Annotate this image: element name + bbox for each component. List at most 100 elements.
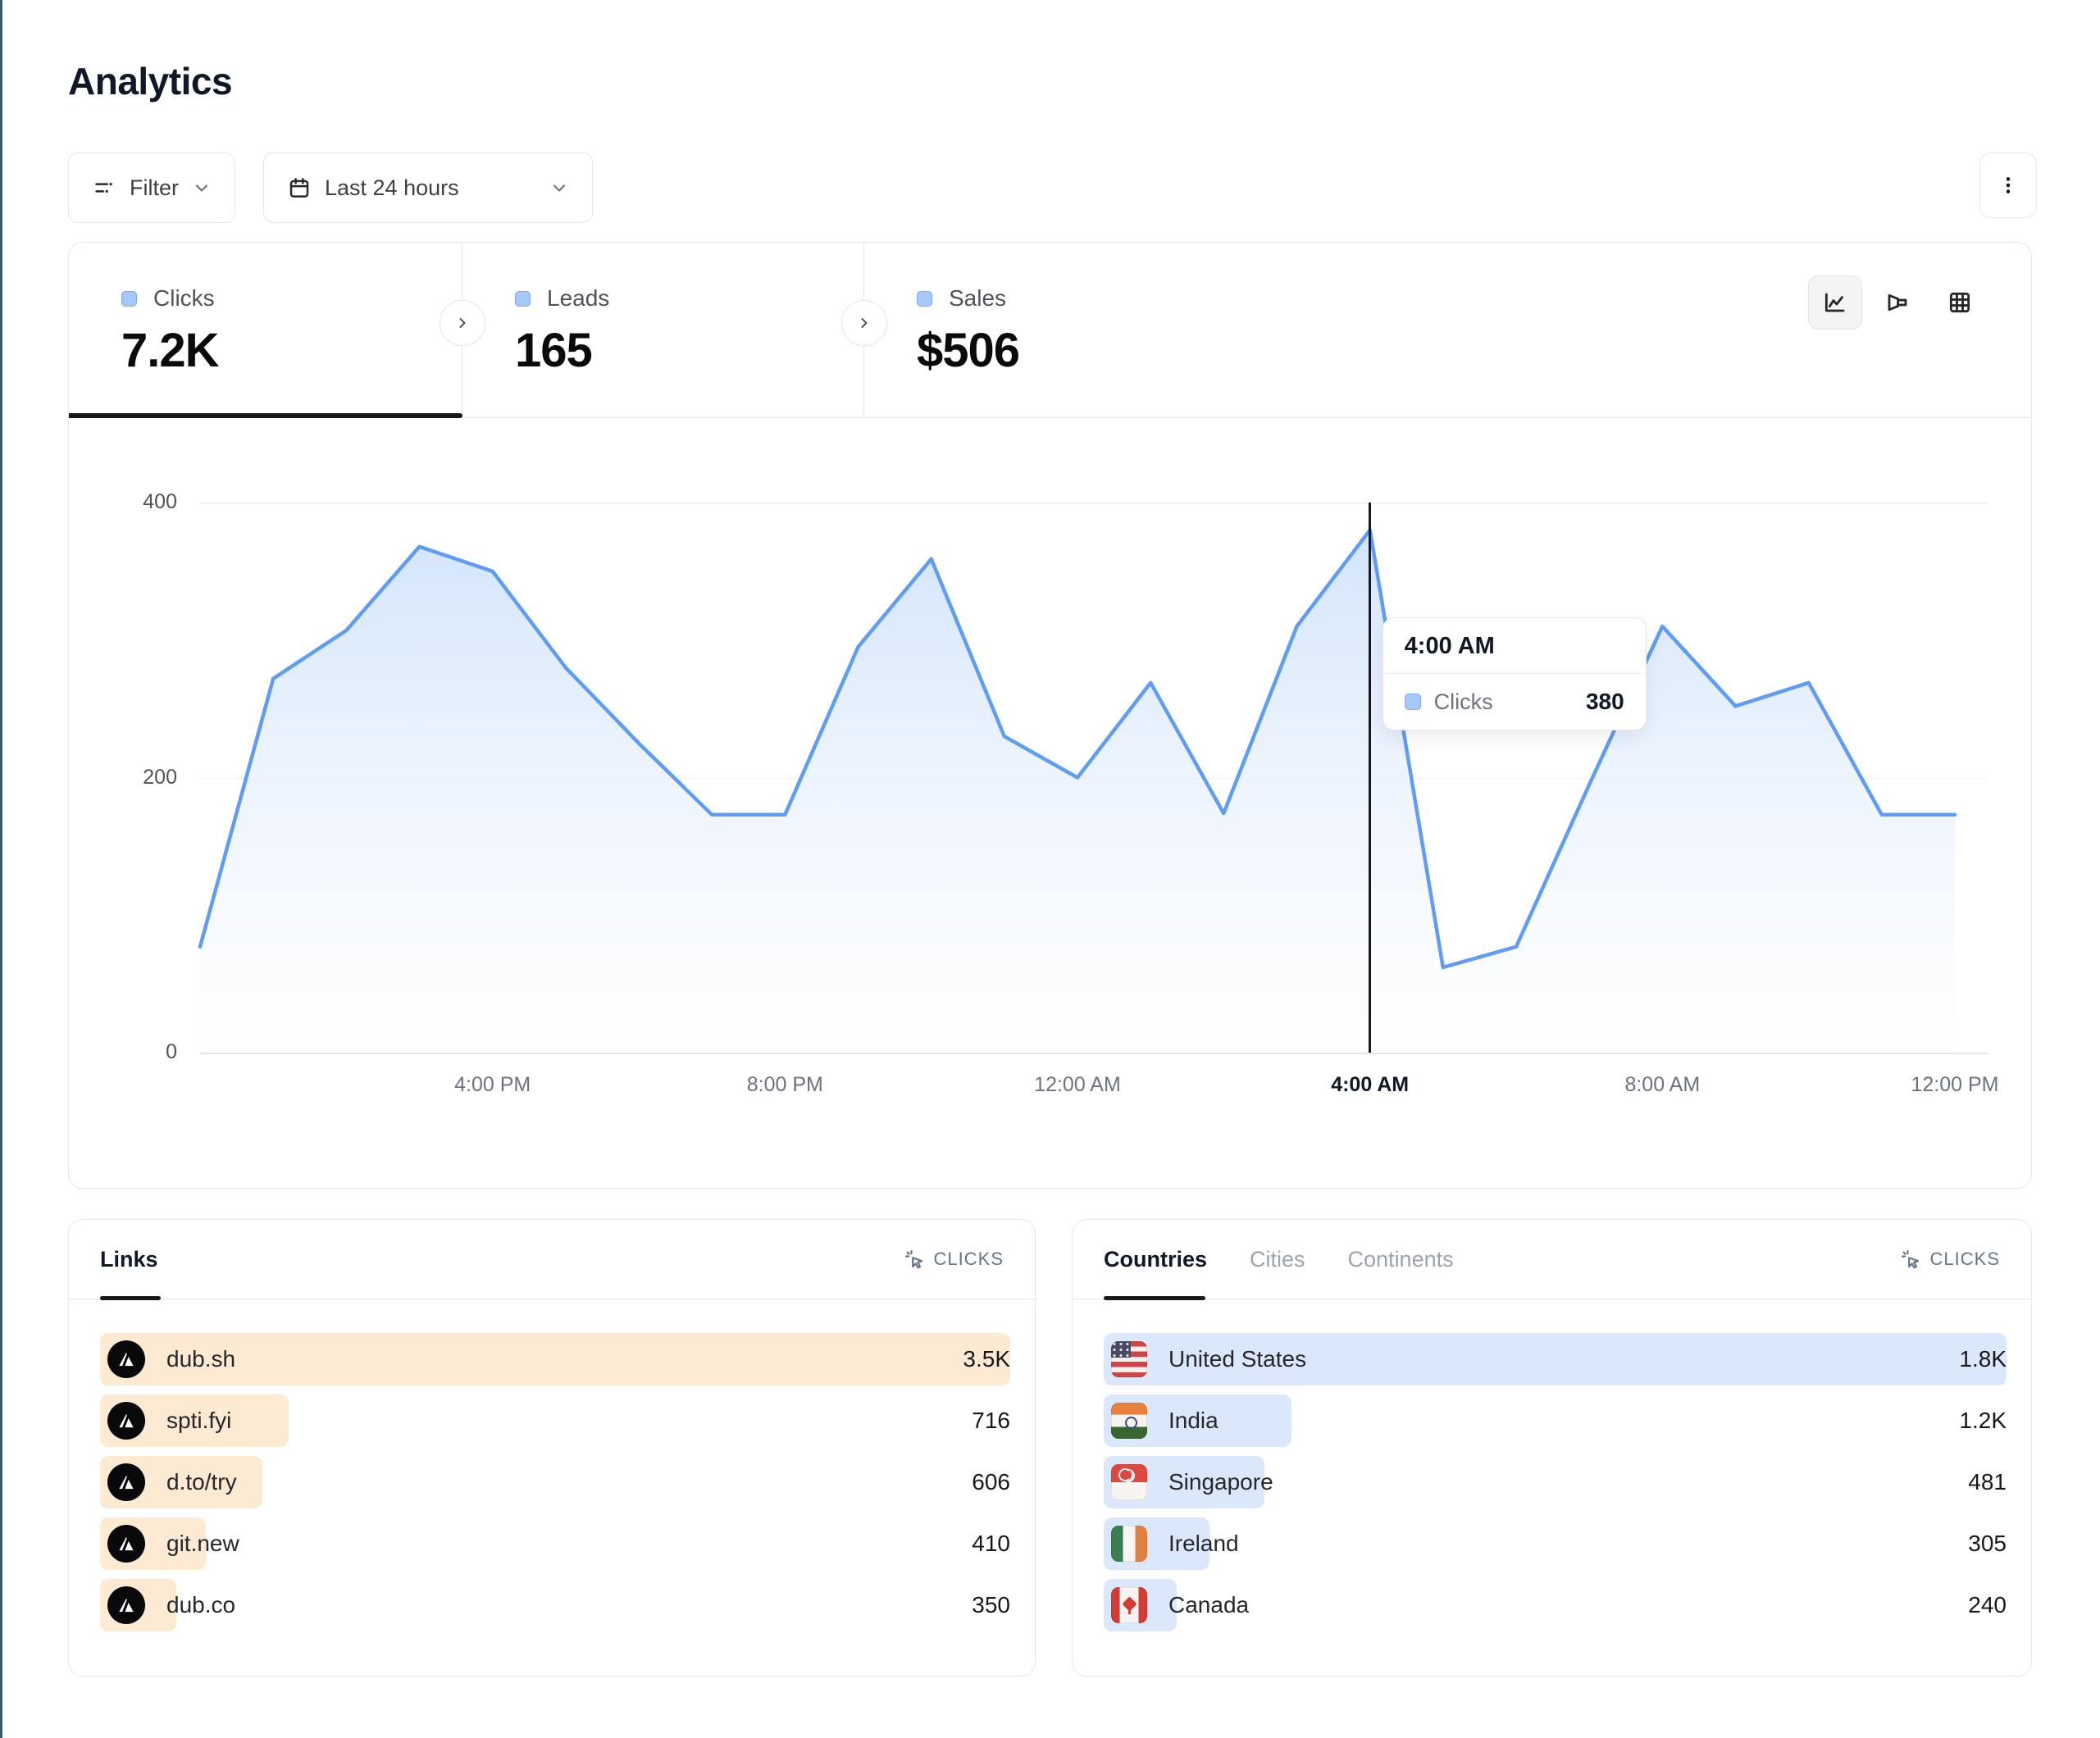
tooltip-value: 380: [1586, 689, 1624, 715]
dub-logo-avatar: [107, 1463, 145, 1501]
chart-tooltip: 4:00 AM Clicks 380: [1383, 617, 1647, 730]
metric-label: CLICKS: [1930, 1249, 2000, 1270]
link-label: spti.fyi: [166, 1408, 231, 1434]
country-row[interactable]: Canada 240: [1104, 1579, 2007, 1631]
stat-label: Leads: [547, 285, 609, 312]
window-left-edge: [0, 0, 2, 1738]
expand-leads-button[interactable]: [841, 300, 887, 346]
clicks-area-chart[interactable]: 4:00 PM8:00 PM12:00 AM4:00 AM8:00 AM12:0…: [200, 503, 1955, 1053]
x-axis-tick: 12:00 AM: [995, 1073, 1159, 1097]
sales-legend-square: [917, 291, 932, 307]
date-range-label: Last 24 hours: [325, 175, 459, 201]
area-chart-svg: [200, 503, 1955, 1053]
link-row[interactable]: d.to/try 606: [100, 1456, 1010, 1508]
chevron-down-icon: [192, 178, 212, 198]
link-row[interactable]: dub.sh 3.5K: [100, 1333, 1010, 1385]
expand-clicks-button[interactable]: [440, 300, 485, 346]
tab-leads[interactable]: Leads 165: [462, 243, 864, 417]
link-click-bar: [100, 1333, 1010, 1385]
country-label: India: [1168, 1408, 1219, 1434]
ie-flag-icon: [1111, 1526, 1147, 1562]
tab-clicks[interactable]: Clicks 7.2K: [69, 243, 462, 417]
analytics-card: Clicks 7.2K Leads 165 Sales $506: [68, 242, 2032, 1189]
active-tab-underline: [69, 413, 462, 418]
line-chart-button[interactable]: [1808, 275, 1862, 330]
table-grid-icon: [1947, 289, 1973, 316]
links-list: dub.sh 3.5K spti.fyi 716 d.to/try: [100, 1333, 1010, 1640]
page-title: Analytics: [68, 59, 232, 103]
link-clicks-value: 716: [972, 1394, 1010, 1447]
y-axis-tick: 200: [69, 766, 177, 789]
y-axis-tick: 0: [69, 1040, 177, 1064]
stat-tab-row: Clicks 7.2K Leads 165 Sales $506: [69, 243, 2031, 418]
country-label: Canada: [1168, 1592, 1249, 1618]
filter-lines-icon: [92, 175, 116, 200]
cursor-click-icon: [1899, 1248, 1922, 1271]
country-row[interactable]: Ireland 305: [1104, 1517, 2007, 1570]
stat-value: $506: [917, 323, 1274, 378]
hover-crosshair: [1369, 503, 1371, 1053]
x-axis-tick: 4:00 PM: [411, 1073, 575, 1097]
link-label: d.to/try: [166, 1469, 237, 1495]
chevron-right-icon: [454, 315, 471, 331]
chevron-right-icon: [856, 315, 872, 331]
stat-value: 165: [515, 323, 863, 378]
countries-active-underline: [1104, 1296, 1205, 1300]
tab-cities[interactable]: Cities: [1250, 1247, 1305, 1272]
country-row[interactable]: Singapore 481: [1104, 1456, 2007, 1508]
dub-logo-avatar: [107, 1402, 145, 1440]
tab-sales[interactable]: Sales $506: [864, 243, 1274, 417]
gridline: [200, 1053, 1988, 1054]
area-fill: [200, 530, 1955, 1053]
link-row[interactable]: dub.co 350: [100, 1579, 1010, 1631]
table-view-button[interactable]: [1933, 275, 1987, 330]
dub-logo-avatar: [107, 1340, 145, 1378]
tooltip-time: 4:00 AM: [1383, 618, 1646, 674]
y-axis-tick: 400: [69, 490, 177, 514]
link-row[interactable]: spti.fyi 716: [100, 1394, 1010, 1447]
dub-logo-avatar: [107, 1586, 145, 1624]
country-row[interactable]: United States 1.8K: [1104, 1333, 2007, 1385]
country-label: Singapore: [1168, 1469, 1273, 1495]
leads-legend-square: [515, 291, 531, 307]
line-chart-icon: [1822, 289, 1848, 316]
tooltip-series-label: Clicks: [1434, 689, 1493, 715]
link-row[interactable]: git.new 410: [100, 1517, 1010, 1570]
geo-metric-selector[interactable]: CLICKS: [1899, 1248, 2000, 1271]
country-clicks-value: 1.2K: [1959, 1394, 2007, 1447]
us-flag-icon: [1111, 1341, 1147, 1377]
dub-logo-avatar: [107, 1525, 145, 1563]
country-clicks-value: 481: [1968, 1456, 2007, 1508]
tab-links[interactable]: Links: [100, 1247, 158, 1272]
countries-panel: Countries Cities Continents CLICKS Unite…: [1072, 1219, 2032, 1677]
filter-button[interactable]: Filter: [68, 152, 235, 223]
countries-list: United States 1.8K India 1.2K Singapore …: [1104, 1333, 2007, 1640]
cursor-click-icon: [903, 1248, 926, 1271]
sg-flag-icon: [1111, 1464, 1147, 1500]
country-clicks-value: 1.8K: [1959, 1333, 2007, 1385]
link-clicks-value: 350: [972, 1579, 1010, 1631]
x-axis-tick: 8:00 AM: [1580, 1073, 1744, 1097]
tab-continents[interactable]: Continents: [1348, 1247, 1454, 1272]
country-row[interactable]: India 1.2K: [1104, 1394, 2007, 1447]
filter-button-label: Filter: [130, 175, 179, 201]
tooltip-legend-square: [1405, 694, 1421, 710]
link-clicks-value: 410: [972, 1517, 1010, 1570]
stat-label: Clicks: [153, 285, 215, 312]
date-range-button[interactable]: Last 24 hours: [263, 152, 593, 223]
metric-label: CLICKS: [934, 1249, 1004, 1270]
ca-flag-icon: [1111, 1587, 1147, 1623]
more-options-button[interactable]: [1979, 152, 2037, 218]
chart-type-switcher: [1808, 275, 1987, 330]
kebab-menu-icon: [1998, 175, 2019, 196]
funnel-chart-button[interactable]: [1870, 275, 1925, 330]
link-label: dub.co: [166, 1592, 235, 1618]
link-label: git.new: [166, 1531, 239, 1557]
country-clicks-value: 305: [1968, 1517, 2007, 1570]
calendar-icon: [287, 175, 312, 200]
link-clicks-value: 606: [972, 1456, 1010, 1508]
tab-countries[interactable]: Countries: [1104, 1247, 1207, 1272]
link-clicks-value: 3.5K: [963, 1333, 1010, 1385]
links-metric-selector[interactable]: CLICKS: [903, 1248, 1004, 1271]
country-label: Ireland: [1168, 1531, 1239, 1557]
